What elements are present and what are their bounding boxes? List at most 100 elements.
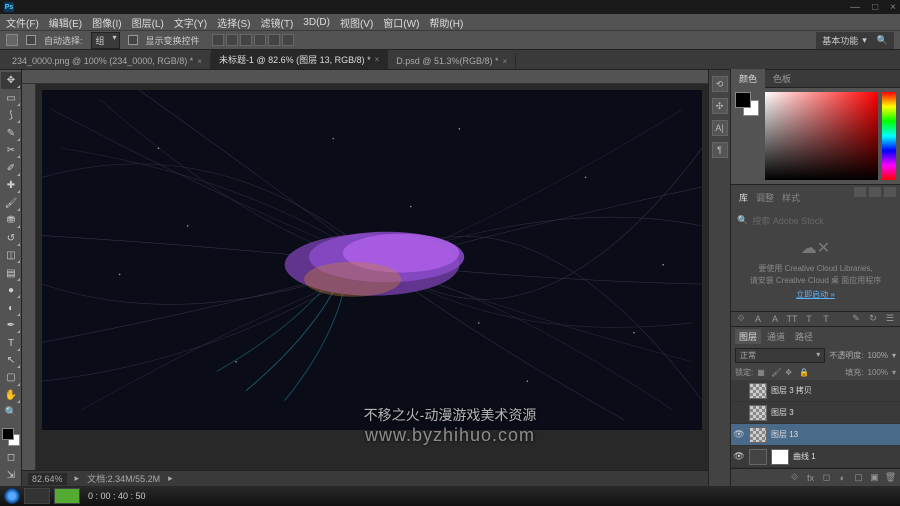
shape-tool[interactable]: ▢ — [1, 369, 21, 386]
italic-icon[interactable]: A — [769, 313, 781, 325]
search-icon[interactable]: 🔍 — [877, 35, 888, 46]
align-icon[interactable] — [268, 34, 280, 46]
layer-list[interactable]: 图层 3 拷贝 图层 3 👁 图层 13 👁 曲线 1 — [731, 380, 900, 468]
type-icon[interactable]: ✎ — [850, 313, 862, 325]
move-tool-icon[interactable] — [6, 34, 18, 46]
healing-tool[interactable]: ✚ — [1, 177, 21, 194]
auto-select-dropdown[interactable]: 组 — [91, 32, 120, 49]
layer-thumb[interactable] — [749, 449, 767, 465]
properties-panel-icon[interactable]: ✣ — [712, 98, 728, 114]
foreground-color[interactable] — [2, 428, 14, 440]
character-panel-icon[interactable]: A| — [712, 120, 728, 136]
tab-swatches[interactable]: 色板 — [765, 69, 799, 88]
fx-icon[interactable]: fx — [805, 472, 816, 483]
close-icon[interactable]: × — [502, 57, 507, 66]
layer-name[interactable]: 图层 3 拷贝 — [771, 385, 812, 396]
view-list-icon[interactable] — [869, 187, 881, 197]
screenmode-toggle[interactable]: ⇲ — [1, 466, 21, 483]
window-maximize-button[interactable]: □ — [872, 2, 878, 13]
paragraph-panel-icon[interactable]: ¶ — [712, 142, 728, 158]
workspace-selector[interactable]: 基本功能▾ 🔍 — [816, 32, 894, 49]
doc-size-label[interactable]: 文档:2.34M/55.2M — [87, 472, 160, 485]
ruler-horizontal[interactable] — [22, 70, 708, 84]
move-tool[interactable]: ✥ — [1, 72, 21, 89]
mask-icon[interactable]: ◻ — [821, 472, 832, 483]
lock-all-icon[interactable]: 🔒 — [799, 368, 809, 378]
visibility-toggle[interactable]: 👁 — [733, 451, 745, 462]
layer-name[interactable]: 图层 3 — [771, 407, 794, 418]
layer-mask-thumb[interactable] — [771, 449, 789, 465]
pen-tool[interactable]: ✒ — [1, 317, 21, 334]
quickmask-toggle[interactable]: ◻ — [1, 449, 21, 466]
layer-row[interactable]: 👁 曲线 1 — [731, 446, 900, 468]
zoom-chevron-icon[interactable]: ▸ — [75, 473, 80, 484]
trash-icon[interactable]: 🗑 — [885, 472, 896, 483]
menu-3d[interactable]: 3D(D) — [303, 17, 330, 28]
adjustment-icon[interactable]: ◐ — [837, 472, 848, 483]
menu-image[interactable]: 图像(I) — [92, 15, 121, 30]
taskbar-item[interactable] — [24, 488, 50, 504]
align-icon[interactable] — [282, 34, 294, 46]
type-icon[interactable]: ↻ — [867, 313, 879, 325]
layer-row[interactable]: 图层 3 拷贝 — [731, 380, 900, 402]
lock-position-icon[interactable]: ✥ — [785, 368, 795, 378]
tab-styles[interactable]: 样式 — [782, 191, 800, 204]
window-minimize-button[interactable]: — — [850, 2, 860, 13]
color-swatches[interactable] — [0, 426, 21, 449]
stamp-tool[interactable]: ⛃ — [1, 212, 21, 229]
brush-tool[interactable]: 🖌 — [1, 194, 21, 211]
history-panel-icon[interactable]: ⟲ — [712, 76, 728, 92]
window-close-button[interactable]: × — [890, 2, 896, 13]
tab-paths[interactable]: 路径 — [791, 329, 817, 344]
taskbar-item[interactable] — [54, 488, 80, 504]
align-icon[interactable] — [212, 34, 224, 46]
zoom-input[interactable]: 82.64% — [28, 473, 67, 485]
align-icon[interactable] — [240, 34, 252, 46]
align-icon[interactable] — [226, 34, 238, 46]
chevron-down-icon[interactable]: ▾ — [892, 351, 896, 360]
chevron-down-icon[interactable]: ▾ — [892, 368, 896, 377]
path-select-tool[interactable]: ↖ — [1, 352, 21, 369]
layer-thumb[interactable] — [749, 383, 767, 399]
color-fgbg[interactable] — [731, 88, 761, 184]
hand-tool[interactable]: ✋ — [1, 387, 21, 404]
canvas[interactable] — [42, 90, 702, 430]
menu-file[interactable]: 文件(F) — [6, 15, 39, 30]
bold-icon[interactable]: A — [752, 313, 764, 325]
document-tab[interactable]: 未标题-1 @ 82.6% (图层 13, RGB/8) *× — [211, 50, 388, 69]
layer-row[interactable]: 👁 图层 13 — [731, 424, 900, 446]
menu-edit[interactable]: 编辑(E) — [49, 15, 82, 30]
layer-name[interactable]: 图层 13 — [771, 429, 798, 440]
crop-tool[interactable]: ✂ — [1, 142, 21, 159]
document-tab[interactable]: D.psd @ 51.3%(RGB/8) *× — [388, 53, 516, 69]
quick-select-tool[interactable]: ✎ — [1, 124, 21, 141]
tab-adjustments[interactable]: 调整 — [756, 191, 774, 204]
zoom-tool[interactable]: 🔍 — [1, 404, 21, 421]
layer-thumb[interactable] — [749, 405, 767, 421]
tab-layers[interactable]: 图层 — [735, 329, 761, 344]
menu-select[interactable]: 选择(S) — [217, 15, 250, 30]
close-icon[interactable]: × — [197, 57, 202, 66]
eraser-tool[interactable]: ◫ — [1, 247, 21, 264]
dodge-tool[interactable]: ◐ — [1, 299, 21, 316]
gradient-tool[interactable]: ▤ — [1, 264, 21, 281]
lib-launch-link[interactable]: 立即启动 » — [796, 289, 835, 301]
chevron-right-icon[interactable]: ▸ — [168, 473, 173, 484]
opacity-value[interactable]: 100% — [868, 351, 888, 360]
history-brush-tool[interactable]: ↺ — [1, 229, 21, 246]
link-layers-icon[interactable]: ⟐ — [789, 472, 800, 483]
foreground-swatch[interactable] — [735, 92, 751, 108]
panel-menu-icon[interactable] — [884, 187, 896, 197]
tab-color[interactable]: 颜色 — [731, 69, 765, 88]
menu-filter[interactable]: 滤镜(T) — [261, 15, 294, 30]
blend-mode-dropdown[interactable]: 正常▾ — [735, 348, 825, 363]
type-icon[interactable]: ☰ — [884, 313, 896, 325]
blur-tool[interactable]: ● — [1, 282, 21, 299]
lock-transparency-icon[interactable]: ▦ — [757, 368, 767, 378]
menu-help[interactable]: 帮助(H) — [429, 15, 463, 30]
close-icon[interactable]: × — [375, 55, 380, 64]
document-tab[interactable]: 234_0000.png @ 100% (234_0000, RGB/8) *× — [4, 53, 211, 69]
menu-window[interactable]: 窗口(W) — [383, 15, 419, 30]
hue-slider[interactable] — [882, 92, 896, 180]
link-icon[interactable]: ⟐ — [735, 313, 747, 325]
